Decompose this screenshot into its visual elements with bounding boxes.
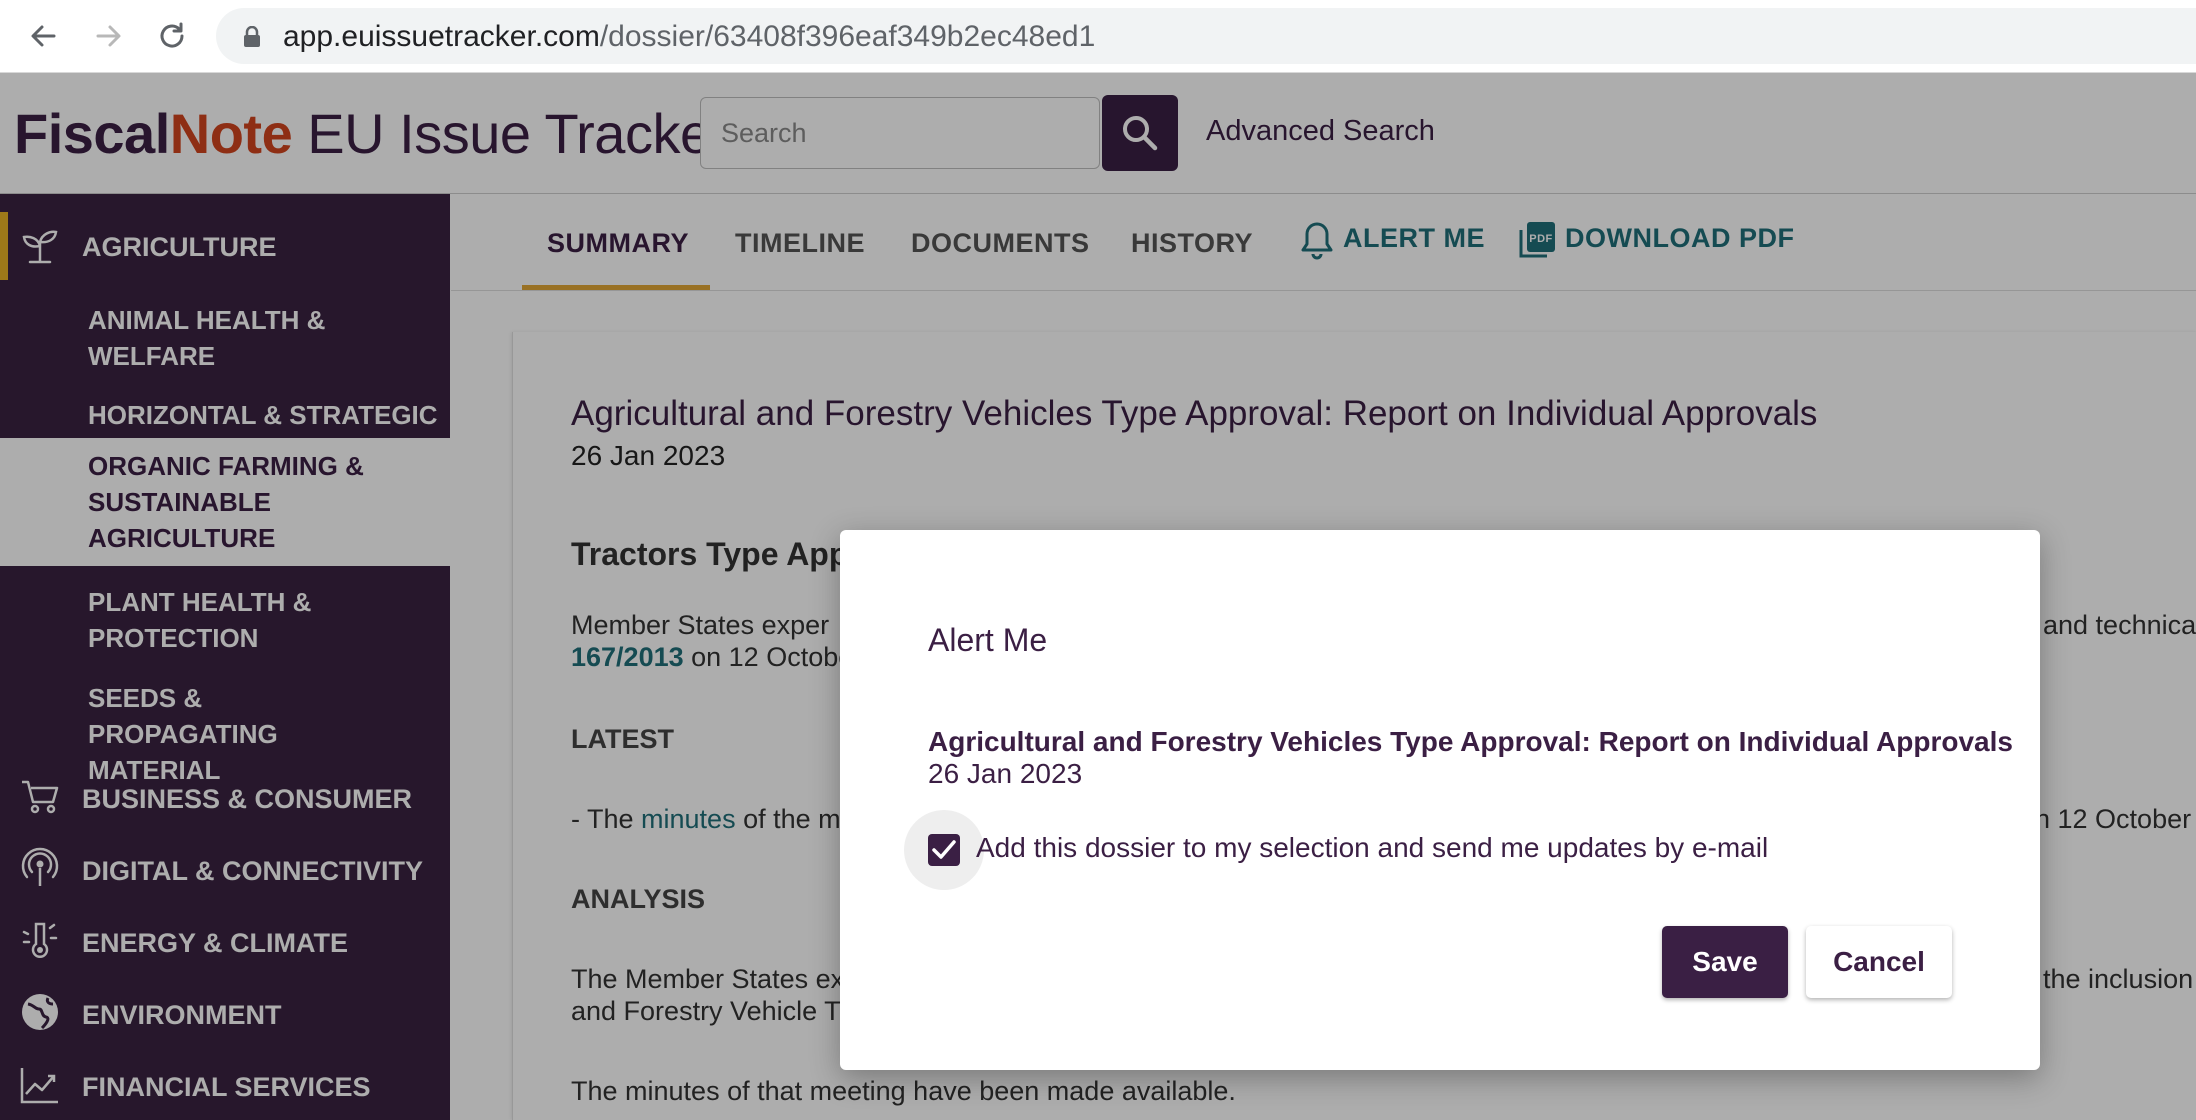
email-updates-checkbox[interactable] xyxy=(928,834,960,866)
lock-icon xyxy=(244,26,260,47)
browser-toolbar: app.euissuetracker.com/dossier/63408f396… xyxy=(0,0,2196,73)
url-path: /dossier/63408f396eaf349b2ec48ed1 xyxy=(599,20,1096,53)
dialog-dossier-name: Agricultural and Forestry Vehicles Type … xyxy=(928,726,2013,757)
url-domain: app.euissuetracker.com xyxy=(283,20,600,53)
email-updates-label[interactable]: Add this dossier to my selection and sen… xyxy=(976,832,1768,864)
dialog-dossier-date: 26 Jan 2023 xyxy=(928,758,1083,789)
alert-me-dialog: Alert Me Agricultural and Forestry Vehic… xyxy=(840,530,2040,1070)
arrow-left-icon xyxy=(31,25,56,47)
checkmark-icon xyxy=(932,840,956,859)
reload-icon xyxy=(160,22,184,48)
reload-button[interactable] xyxy=(152,16,192,56)
save-button[interactable]: Save xyxy=(1662,926,1788,998)
back-button[interactable] xyxy=(24,16,64,56)
address-bar[interactable]: app.euissuetracker.com/dossier/63408f396… xyxy=(216,8,2196,64)
forward-button[interactable] xyxy=(88,16,128,56)
cancel-button[interactable]: Cancel xyxy=(1806,926,1952,998)
arrow-right-icon xyxy=(96,25,121,47)
url-text: app.euissuetracker.com/dossier/63408f396… xyxy=(283,20,1095,54)
dialog-title: Alert Me xyxy=(928,622,1048,658)
